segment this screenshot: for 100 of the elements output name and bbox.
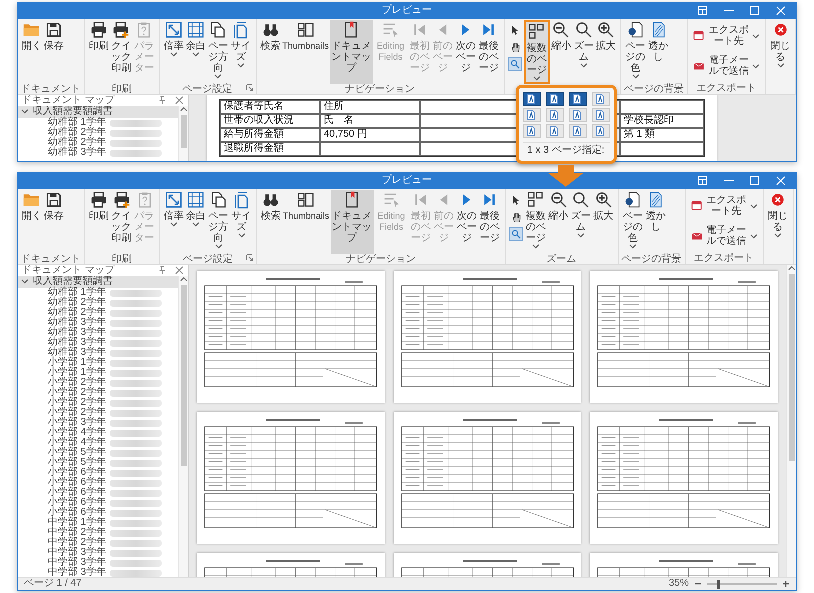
thumbnails-button[interactable]: Thumbnails [282, 20, 330, 84]
launcher-icon[interactable] [246, 84, 254, 92]
tree-item[interactable]: 幼稚部 2学年 [18, 138, 178, 148]
tree-item[interactable]: 中学部 3学年 [18, 548, 178, 558]
tree-item[interactable]: 小学部 2学年 [18, 398, 178, 408]
tree-item[interactable]: 小学部 1学年 [18, 368, 178, 378]
document-map-button[interactable]: ドキュメントマップ [330, 190, 374, 254]
tree-item[interactable]: 幼稚部 1学年 [18, 288, 178, 298]
launcher-icon[interactable] [246, 254, 254, 262]
tree-item[interactable]: 幼稚部 3学年 [18, 148, 178, 158]
zoom-tool-button[interactable] [508, 57, 522, 71]
last-page-button[interactable]: 最後のページ [478, 20, 501, 84]
page-grid-cell[interactable] [546, 92, 564, 106]
zoom-button[interactable]: ズーム [572, 20, 596, 84]
layout-icon[interactable] [698, 176, 708, 186]
multiple-pages-button[interactable]: 複数のページ [524, 190, 548, 254]
next-page-button[interactable]: 次のページ [456, 190, 479, 254]
page-size-button[interactable]: サイズ [230, 20, 253, 84]
zoom-out-button[interactable]: 縮小 [550, 20, 572, 84]
page-grid-cell[interactable] [522, 92, 541, 106]
close-icon[interactable] [175, 96, 184, 105]
page-grid-cell[interactable] [568, 92, 587, 106]
tree-item[interactable]: 小学部 5学年 [18, 458, 178, 468]
page-color-button[interactable]: ページの色 [624, 20, 648, 84]
open-button[interactable]: 開く [21, 190, 43, 254]
tree-item[interactable]: 小学部 2学年 [18, 408, 178, 418]
multiple-pages-button[interactable]: 複数のページ [524, 20, 550, 84]
page-color-button[interactable]: ページの色 [622, 190, 645, 254]
orientation-button[interactable]: ページ方向 [207, 190, 230, 254]
tree-item[interactable]: 幼稚部 2学年 [18, 298, 178, 308]
chevron-icon[interactable] [21, 108, 29, 116]
vertical-scrollbar[interactable] [178, 106, 188, 161]
search-button[interactable]: 検索 [260, 190, 282, 254]
margins-button[interactable]: 余白 [185, 190, 207, 254]
last-page-button[interactable]: 最後のページ [478, 190, 502, 254]
close-icon[interactable] [175, 266, 184, 275]
chevron-icon[interactable] [21, 278, 29, 286]
scale-button[interactable]: 倍率 [162, 20, 185, 84]
thumbnails-button[interactable]: Thumbnails [282, 190, 331, 254]
scroll-up-icon[interactable] [180, 106, 188, 113]
tree-item[interactable]: 小学部 6学年 [18, 478, 178, 488]
print-button[interactable]: 印刷 [88, 20, 110, 84]
watermark-button[interactable]: 透かし [644, 190, 668, 254]
tree-item[interactable]: 中学部 3学年 [18, 568, 178, 577]
plus-icon[interactable] [782, 580, 790, 588]
vertical-scrollbar[interactable] [178, 276, 188, 577]
scale-button[interactable]: 倍率 [163, 190, 185, 254]
zoom-out-button[interactable]: 縮小 [548, 190, 570, 254]
tree-item[interactable]: 小学部 2学年 [18, 378, 178, 388]
close-preview-button[interactable]: 閉じる [766, 190, 790, 254]
open-button[interactable]: 開く [21, 20, 43, 84]
tree-item[interactable]: 小学部 6学年 [18, 508, 178, 518]
zoom-tool-button[interactable] [508, 227, 523, 241]
page-thumbnail[interactable] [197, 412, 385, 544]
tree-item[interactable]: 幼稚部 1学年 [18, 118, 178, 128]
zoom-button[interactable]: ズーム [570, 190, 593, 254]
document-map-button[interactable]: ドキュメントマップ [330, 20, 373, 84]
page-thumbnail[interactable] [394, 412, 582, 544]
tree-item[interactable]: 幼稚部 3学年 [18, 348, 178, 358]
tree-item[interactable]: 幼稚部 2学年 [18, 308, 178, 318]
scroll-up-icon[interactable] [788, 265, 796, 272]
page-thumbnail[interactable] [590, 271, 778, 403]
maximize-icon[interactable] [750, 6, 760, 16]
next-page-button[interactable]: 次のページ [454, 20, 478, 84]
scroll-up-icon[interactable] [180, 276, 188, 283]
zoom-in-button[interactable]: 拡大 [592, 190, 615, 254]
pin-icon[interactable] [158, 96, 167, 105]
tree-item[interactable]: 中学部 3学年 [18, 558, 178, 568]
tree-item[interactable]: 幼稚部 3学年 [18, 338, 178, 348]
tree-item[interactable]: 幼稚部 3学年 [18, 318, 178, 328]
page-thumbnail[interactable] [590, 412, 778, 544]
tree-item[interactable]: 小学部 6学年 [18, 488, 178, 498]
export-button[interactable]: エクスポート先 [688, 192, 760, 220]
margins-button[interactable]: 余白 [184, 20, 207, 84]
maximize-icon[interactable] [750, 176, 760, 186]
tree-item[interactable]: 小学部 4学年 [18, 428, 178, 438]
tree-item[interactable]: 小学部 3学年 [18, 418, 178, 428]
tree-item[interactable]: 小学部 6学年 [18, 498, 178, 508]
email-button[interactable]: 電子メールで送信 [691, 52, 762, 80]
export-button[interactable]: エクスポート先 [691, 22, 762, 50]
tree-item[interactable]: 幼稚部 3学年 [18, 328, 178, 338]
zoom-slider[interactable] [707, 580, 777, 588]
save-button[interactable]: 保存 [43, 20, 65, 84]
tree-item[interactable]: 小学部 5学年 [18, 448, 178, 458]
email-button[interactable]: 電子メールで送信 [688, 222, 760, 250]
pin-icon[interactable] [158, 266, 167, 275]
tree-item[interactable]: 幼稚部 2学年 [18, 128, 178, 138]
tree-item[interactable]: 小学部 4学年 [18, 438, 178, 448]
tree-item[interactable]: 中学部 1学年 [18, 518, 178, 528]
save-button[interactable]: 保存 [43, 190, 65, 254]
watermark-button[interactable]: 透かし [647, 20, 670, 84]
tree-item[interactable]: 中学部 2学年 [18, 528, 178, 538]
orientation-button[interactable]: ページ方向 [206, 20, 230, 84]
page-thumbnail[interactable] [197, 271, 385, 403]
layout-icon[interactable] [698, 6, 708, 16]
quick-print-button[interactable]: クイック印刷 [110, 20, 133, 84]
zoom-in-button[interactable]: 拡大 [595, 20, 618, 84]
tree-item[interactable]: 中学部 2学年 [18, 538, 178, 548]
tree-item[interactable]: 小学部 1学年 [18, 358, 178, 368]
print-button[interactable]: 印刷 [88, 190, 110, 254]
